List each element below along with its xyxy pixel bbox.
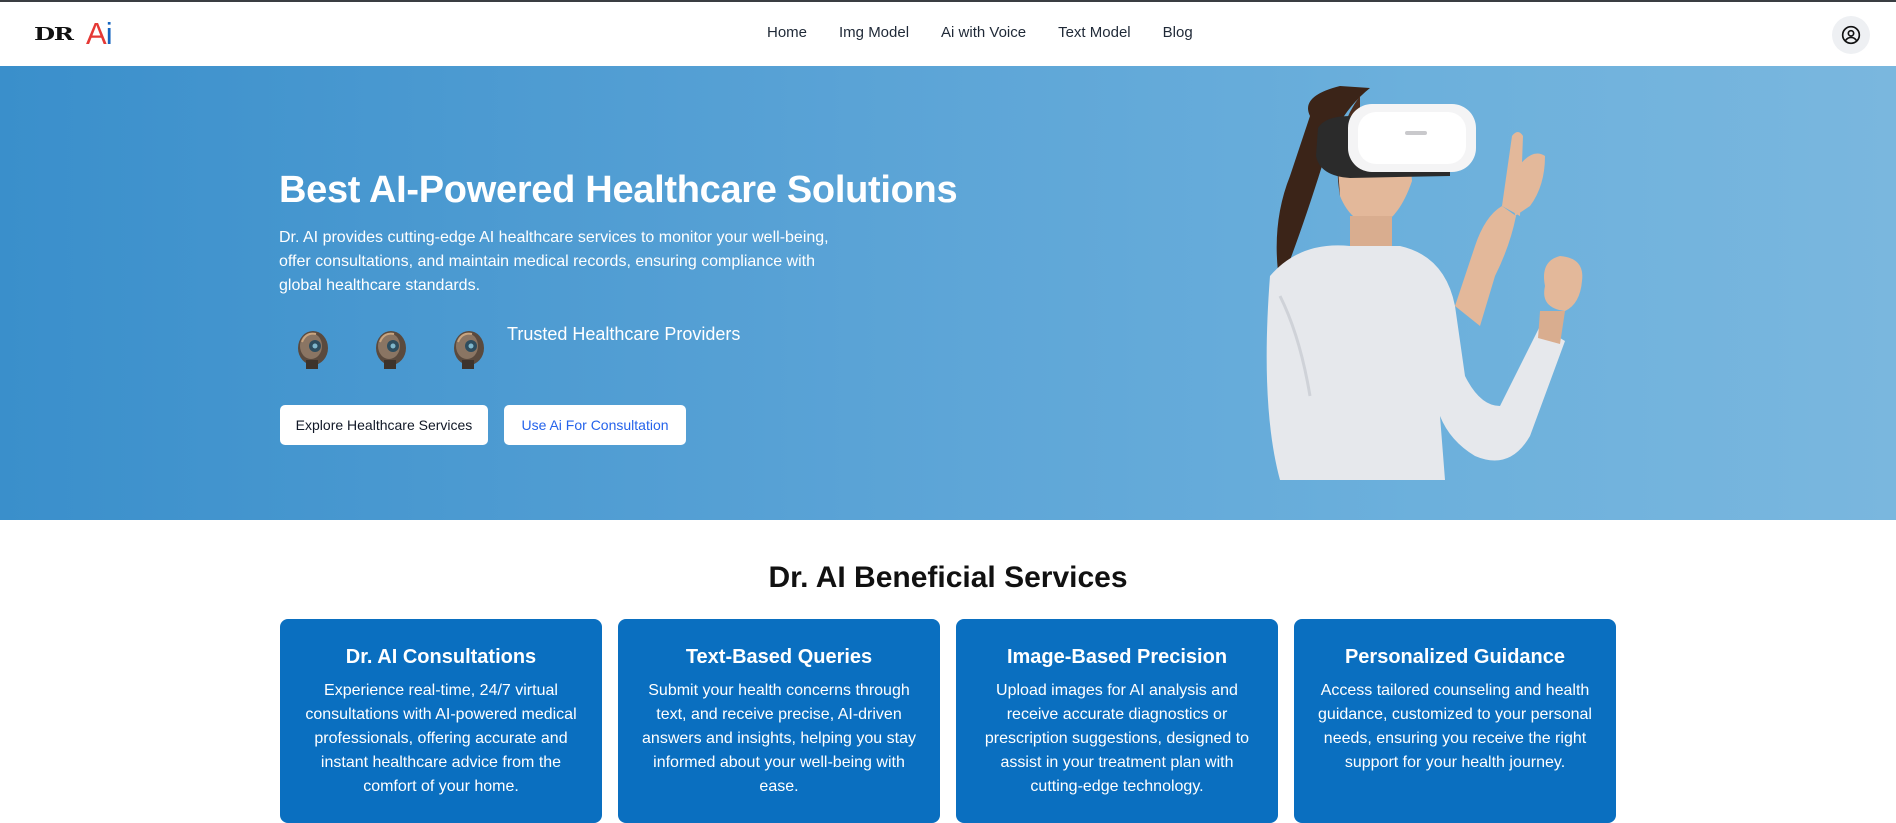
service-card-consultations[interactable]: Dr. AI Consultations Experience real-tim… [280, 619, 602, 823]
nav-blog[interactable]: Blog [1163, 24, 1193, 41]
provider-avatars [288, 324, 522, 374]
robot-head-avatar [376, 331, 406, 369]
nav-text-model[interactable]: Text Model [1058, 24, 1131, 41]
service-card-title: Image-Based Precision [1006, 646, 1228, 668]
robot-head-avatar [298, 331, 328, 369]
logo-ai-text: Ai [86, 16, 113, 51]
user-account-button[interactable] [1832, 16, 1870, 54]
service-card-text: Upload images for AI analysis and receiv… [984, 682, 1250, 795]
user-circle-icon [1841, 25, 1861, 45]
site-header: DR Ai Home Img Model Ai with Voice Text … [0, 2, 1896, 66]
explore-services-button[interactable]: Explore Healthcare Services [280, 405, 488, 445]
service-card-title: Personalized Guidance [1344, 646, 1566, 668]
service-card-text: Submit your health concerns through text… [642, 682, 916, 795]
service-card-text: Access tailored counseling and health gu… [1318, 682, 1592, 771]
hero-description: Dr. AI provides cutting-edge AI healthca… [279, 229, 829, 294]
ai-consultation-button[interactable]: Use Ai For Consultation [504, 405, 686, 445]
service-card-image-precision[interactable]: Image-Based Precision Upload images for … [956, 619, 1278, 823]
logo[interactable]: DR Ai [34, 16, 113, 51]
logo-dr-text: DR [34, 23, 74, 45]
services-cards: Dr. AI Consultations Experience real-tim… [280, 619, 1632, 823]
nav-ai-with-voice[interactable]: Ai with Voice [941, 24, 1026, 41]
service-card-personalized-guidance[interactable]: Personalized Guidance Access tailored co… [1294, 619, 1616, 823]
trusted-providers-label: Trusted Healthcare Providers [507, 324, 741, 344]
nav-home[interactable]: Home [767, 24, 807, 41]
main-nav: Home Img Model Ai with Voice Text Model … [767, 24, 1225, 41]
services-heading: Dr. AI Beneficial Services [768, 561, 1128, 594]
robot-head-avatar [454, 331, 484, 369]
hero-title: Best AI-Powered Healthcare Solutions [279, 169, 958, 211]
nav-img-model[interactable]: Img Model [839, 24, 909, 41]
service-card-title: Text-Based Queries [685, 646, 873, 668]
service-card-text-queries[interactable]: Text-Based Queries Submit your health co… [618, 619, 940, 823]
service-card-title: Dr. AI Consultations [345, 646, 537, 668]
hero-section: Best AI-Powered Healthcare Solutions Dr.… [0, 66, 1896, 520]
vr-headset-woman-image [1266, 86, 1583, 480]
service-card-text: Experience real-time, 24/7 virtual consu… [305, 682, 577, 795]
